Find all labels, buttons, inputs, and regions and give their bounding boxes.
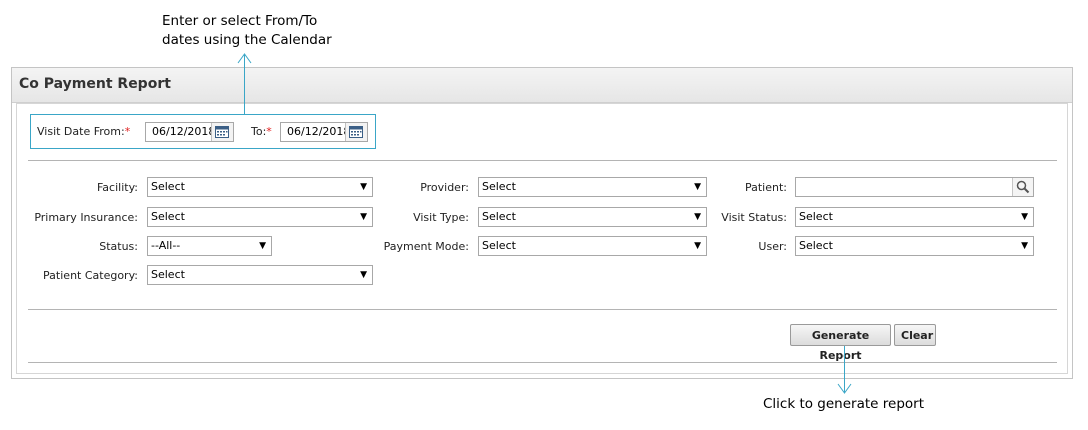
caret-down-icon: ▼ (694, 182, 701, 192)
generate-report-button[interactable]: Generate Report (790, 324, 891, 362)
facility-label: Facility: (96, 181, 138, 194)
payment-mode-select[interactable]: Select ▼ (478, 236, 707, 256)
divider (28, 362, 1057, 363)
panel-header: Co Payment Report (12, 68, 1072, 103)
provider-select[interactable]: Select ▼ (478, 177, 707, 197)
patient-category-select[interactable]: Select ▼ (147, 265, 373, 285)
facility-select[interactable]: Select ▼ (147, 177, 373, 197)
caret-down-icon: ▼ (694, 241, 701, 251)
caret-down-icon: ▼ (360, 182, 367, 192)
divider (28, 160, 1057, 161)
visit-date-to-label: To:* (251, 125, 272, 138)
visit-date-from-label: Visit Date From:* (37, 125, 131, 138)
calendar-icon (215, 126, 229, 138)
annotation-dates-line1: Enter or select From/To (162, 13, 318, 29)
caret-down-icon: ▼ (360, 212, 367, 222)
user-label: User: (758, 240, 787, 253)
search-icon (1016, 180, 1030, 194)
visit-date-from-input[interactable]: 06/12/2018 (145, 122, 234, 142)
annotation-dates: Enter or select From/To dates using the … (162, 12, 332, 50)
annotation-generate: Click to generate report (763, 396, 924, 412)
visit-date-to-input[interactable]: 06/12/2018 (280, 122, 368, 142)
visit-type-label: Visit Type: (413, 211, 469, 224)
page-title: Co Payment Report (19, 76, 171, 92)
calendar-icon (349, 126, 363, 138)
visit-status-select[interactable]: Select ▼ (795, 207, 1034, 227)
caret-down-icon: ▼ (1021, 212, 1028, 222)
caret-down-icon: ▼ (694, 212, 701, 222)
visit-status-label: Visit Status: (721, 211, 787, 224)
clear-button[interactable]: Clear (894, 324, 936, 346)
status-select[interactable]: --All-- ▼ (147, 236, 272, 256)
patient-label: Patient: (744, 181, 787, 194)
payment-mode-label: Payment Mode: (383, 240, 469, 253)
visit-type-select[interactable]: Select ▼ (478, 207, 707, 227)
primary-insurance-select[interactable]: Select ▼ (147, 207, 373, 227)
calendar-from-button[interactable] (211, 123, 233, 141)
patient-category-label: Patient Category: (43, 269, 138, 282)
primary-insurance-label: Primary Insurance: (34, 211, 138, 224)
divider (28, 309, 1057, 310)
user-select[interactable]: Select ▼ (795, 236, 1034, 256)
annotation-dates-line2: dates using the Calendar (162, 32, 332, 48)
calendar-to-button[interactable] (345, 123, 367, 141)
caret-down-icon: ▼ (1021, 241, 1028, 251)
caret-down-icon: ▼ (360, 270, 367, 280)
patient-search-button[interactable] (1012, 178, 1033, 196)
patient-search-input[interactable] (795, 177, 1034, 197)
status-label: Status: (99, 240, 138, 253)
provider-label: Provider: (420, 181, 469, 194)
caret-down-icon: ▼ (259, 241, 266, 251)
